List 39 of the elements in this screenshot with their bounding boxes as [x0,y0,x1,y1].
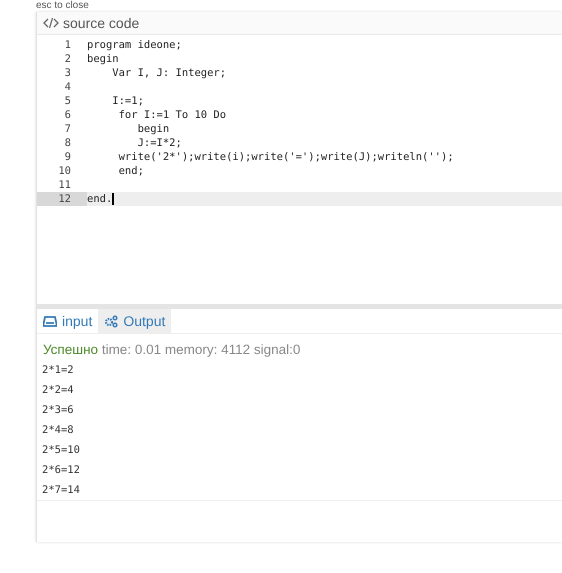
output-line: 2*4=8 [41,423,75,438]
line-number: 1 [64,38,72,52]
line-number: 2 [64,52,72,66]
output-line: 2*6=12 [41,463,81,478]
output-line: 2*7=14 [41,483,81,498]
text-cursor [112,193,114,206]
code-line: end; [118,164,145,178]
tray-icon [43,314,57,328]
line-number: 7 [64,122,72,136]
panel-title: source code [63,15,140,31]
line-number: 11 [57,178,72,192]
line-number: 9 [64,150,72,164]
line-number: 10 [57,164,72,178]
code-editor[interactable]: 1 program ideone; 2 begin 3 Var I, J: Integer; 4 5 I:=1; 6 for I:=1 To 10 Do 7 begin 8 J:=I*2; 9 write('2*');write(i);write('=');write(J);writeln(''); 10 end; 11 12 end. [37,35,562,304]
code-line: write('2*');write(i);write('=');write(J);writeln(''); [118,150,455,164]
code-line: begin [87,52,120,66]
output-line: 2*1=2 [41,363,75,378]
gears-icon [104,314,118,328]
line-number: 5 [64,94,72,108]
code-line: end. [87,192,116,206]
code-line: I:=1; [111,94,145,108]
line-number: 3 [64,66,72,80]
line-number: 12 [37,192,87,206]
code-line: begin [136,122,170,136]
tab[interactable]: input [37,309,98,333]
tab[interactable]: Output [98,309,172,333]
code-line: program ideone; [87,38,183,52]
code-line: Var I, J: Integer; [111,66,228,80]
code-line: for I:=1 To 10 Do [118,108,228,122]
output-line: 2*3=6 [41,403,75,418]
output-line: 2*5=10 [41,443,81,458]
line-number: 6 [64,108,72,122]
line-number: 4 [64,80,72,94]
run-status: Успешно time: 0.01 memory: 4112 signal:0 [42,341,302,359]
output-line: 2*2=4 [41,383,75,398]
line-number: 8 [64,136,72,150]
close-hint: esc to close [36,0,89,11]
code-line: J:=I*2; [136,136,183,150]
code-icon [43,17,59,29]
